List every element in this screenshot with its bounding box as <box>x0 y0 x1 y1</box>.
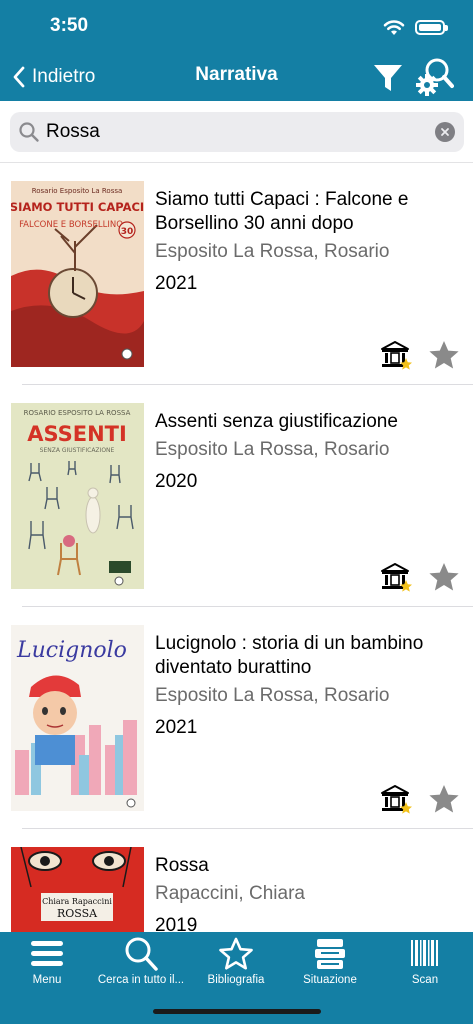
tab-bibliography[interactable]: Bibliografia <box>189 936 283 992</box>
back-label: Indietro <box>32 66 96 87</box>
favorite-button[interactable] <box>428 561 460 593</box>
tab-label: Bibliografia <box>207 974 265 986</box>
cover-badge: 30 <box>121 227 134 237</box>
cover-subtitle: SENZA GIUSTIFICAZIONE <box>40 447 115 454</box>
cover-script-title: Lucignolo <box>16 638 127 663</box>
tab-bar: Menu Cerca in tutto il... Bibliografia S… <box>0 932 473 1024</box>
cover-headline: ASSENTI <box>27 422 127 446</box>
advanced-search-button[interactable] <box>414 56 454 96</box>
list-item[interactable]: Lucignolo Lucignolo: storia di un bambi… <box>0 607 473 829</box>
cover-headline: SIAMO TUTTI CAPACI <box>11 200 144 214</box>
stack-icon <box>315 939 345 969</box>
star-icon <box>429 563 459 591</box>
search-field[interactable] <box>10 112 464 152</box>
library-availability-button[interactable] <box>380 561 412 593</box>
star-icon <box>429 341 459 369</box>
cover-top-text: Rosario Esposito La Rossa <box>32 187 123 195</box>
book-cover[interactable]: Chiara Rapaccini ROSSA <box>11 847 144 932</box>
status-time: 3:50 <box>50 15 89 36</box>
book-title: Rossa <box>155 855 209 876</box>
home-indicator <box>153 1009 321 1014</box>
cover-image-rossa: Chiara Rapaccini ROSSA <box>11 847 144 932</box>
book-author: Esposito La Rossa, Rosario <box>155 685 390 706</box>
tab-label: Scan <box>411 974 439 986</box>
book-year: 2020 <box>155 471 198 492</box>
favorite-button[interactable] <box>428 783 460 815</box>
star-icon <box>219 937 253 970</box>
book-author: Esposito La Rossa, Rosario <box>155 439 390 460</box>
book-cover[interactable]: Lucignolo <box>11 625 144 811</box>
tab-label: Situazione <box>303 974 357 986</box>
library-availability-button[interactable] <box>380 783 412 815</box>
cover-image-lucignolo: Lucignolo <box>11 625 144 811</box>
book-cover[interactable]: Rosario Esposito La Rossa SIAMO TUTTI CA… <box>11 181 144 367</box>
menu-icon <box>31 941 63 966</box>
chevron-left-icon <box>13 66 25 88</box>
tab-label: Menu <box>32 974 62 986</box>
favorite-button[interactable] <box>428 339 460 371</box>
list-item[interactable]: Rosario Esposito La Rossa SIAMO TUTTI CA… <box>0 163 473 385</box>
app-header: 3:50 Indietro Narrativa <box>0 0 473 101</box>
cover-author-text: Chiara Rapaccini <box>42 897 112 906</box>
book-title: Siamo tutti Capaci : Falcone e Borsellin… <box>155 189 409 234</box>
status-icons <box>383 15 448 39</box>
book-year: 2019 <box>155 915 198 932</box>
star-icon <box>429 785 459 813</box>
book-title: Assenti senza giustificazione <box>155 411 398 432</box>
list-item[interactable]: ROSARIO ESPOSITO LA ROSSA ASSENTI SENZA … <box>0 385 473 607</box>
tab-label: Cerca in tutto il... <box>97 974 185 986</box>
book-year: 2021 <box>155 273 198 294</box>
tab-scan[interactable]: Scan <box>378 936 472 992</box>
search-icon <box>125 937 158 971</box>
cover-image-siamo-tutti-capaci: Rosario Esposito La Rossa SIAMO TUTTI CA… <box>11 181 144 367</box>
library-icon <box>381 341 412 370</box>
library-availability-button[interactable] <box>380 339 412 371</box>
tab-search-all[interactable]: Cerca in tutto il... <box>94 936 188 992</box>
filter-icon <box>374 65 402 91</box>
results-list: Rosario Esposito La Rossa SIAMO TUTTI CA… <box>0 163 473 932</box>
close-icon <box>441 128 449 136</box>
search-settings-icon <box>416 58 454 96</box>
tab-situation[interactable]: Situazione <box>283 936 377 992</box>
search-icon <box>19 122 39 142</box>
search-input[interactable] <box>46 121 435 143</box>
book-cover[interactable]: ROSARIO ESPOSITO LA ROSSA ASSENTI SENZA … <box>11 403 144 589</box>
cover-top-text: ROSARIO ESPOSITO LA ROSSA <box>24 409 131 417</box>
back-button[interactable]: Indietro <box>12 62 95 92</box>
filter-button[interactable] <box>372 60 404 94</box>
cover-image-assenti: ROSARIO ESPOSITO LA ROSSA ASSENTI SENZA … <box>11 403 144 589</box>
cover-subtitle: FALCONE E BORSELLINO <box>19 220 123 230</box>
list-item[interactable]: Chiara Rapaccini ROSSA Rossa Rapaccini, … <box>0 829 473 932</box>
book-author: Rapaccini, Chiara <box>155 883 305 904</box>
battery-icon <box>415 19 448 35</box>
wifi-icon <box>383 19 405 35</box>
book-year: 2021 <box>155 717 198 738</box>
tab-menu[interactable]: Menu <box>0 936 94 992</box>
clear-search-button[interactable] <box>435 122 455 142</box>
book-title: Lucignolo : storia di un bambino diventa… <box>155 633 424 678</box>
library-icon <box>381 785 412 814</box>
library-icon <box>381 563 412 592</box>
barcode-icon <box>411 940 438 966</box>
book-author: Esposito La Rossa, Rosario <box>155 241 390 262</box>
cover-title-text: ROSSA <box>57 907 98 920</box>
search-bar <box>0 101 473 163</box>
